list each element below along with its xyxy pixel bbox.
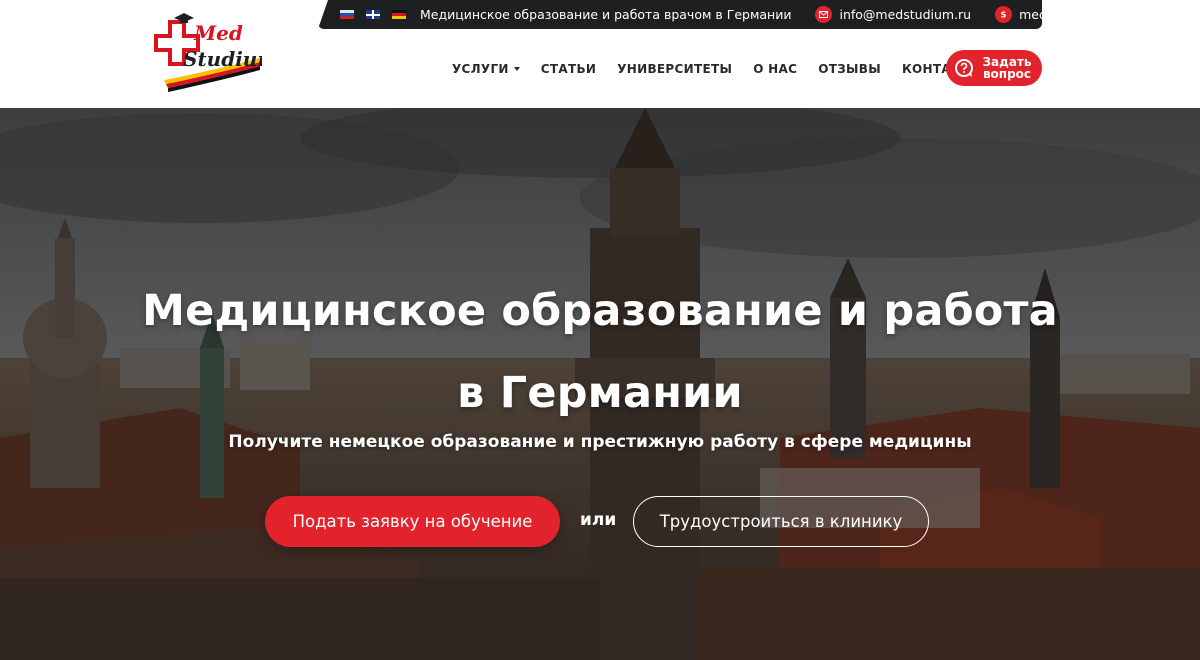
site-tagline: Медицинское образование и работа врачом … bbox=[420, 7, 792, 22]
nav-item-services[interactable]: УСЛУГИ bbox=[452, 62, 520, 76]
hero-title: Медицинское образование и работа в Герма… bbox=[100, 270, 1100, 434]
apply-for-study-button[interactable]: Подать заявку на обучение bbox=[265, 496, 560, 547]
flag-en-icon[interactable] bbox=[366, 10, 380, 19]
logo-text-studium: Studium bbox=[183, 47, 262, 71]
flag-de-icon[interactable] bbox=[392, 10, 406, 19]
nav-item-reviews[interactable]: ОТЗЫВЫ bbox=[818, 62, 881, 76]
divider bbox=[979, 5, 987, 24]
email-link[interactable]: info@medstudium.ru bbox=[839, 7, 971, 22]
nav-item-about[interactable]: О НАС bbox=[753, 62, 797, 76]
ask-question-label: Задать вопрос bbox=[982, 55, 1032, 81]
top-info-bar: Медицинское образование и работа врачом … bbox=[318, 0, 1042, 29]
svg-text:S: S bbox=[1001, 11, 1007, 19]
hero-title-line-2: в Германии bbox=[457, 368, 743, 418]
flag-ru-icon[interactable] bbox=[340, 10, 354, 19]
skype-link[interactable]: medstudium bbox=[1019, 7, 1042, 22]
chevron-down-icon bbox=[513, 67, 520, 71]
ask-question-button[interactable]: Задать вопрос bbox=[946, 50, 1042, 86]
chat-question-icon bbox=[955, 59, 973, 77]
hero-title-line-1: Медицинское образование и работа bbox=[142, 286, 1058, 336]
nav-item-label: УСЛУГИ bbox=[452, 62, 509, 76]
main-nav: УСЛУГИ СТАТЬИ УНИВЕРСИТЕТЫ О НАС ОТЗЫВЫ … bbox=[452, 58, 1003, 80]
site-header: Med Studium Медицинское образование и ра… bbox=[0, 0, 1200, 108]
nav-item-universities[interactable]: УНИВЕРСИТЕТЫ bbox=[617, 62, 732, 76]
hero-subtitle: Получите немецкое образование и престижн… bbox=[228, 432, 972, 452]
medstudium-logo[interactable]: Med Studium bbox=[150, 8, 262, 94]
get-clinic-job-button[interactable]: Трудоустроиться в клинику bbox=[633, 496, 929, 547]
skype-icon: S bbox=[995, 6, 1013, 23]
or-separator: или bbox=[580, 510, 617, 530]
hero-section: Медицинское образование и работа в Герма… bbox=[0, 108, 1200, 660]
logo-text-med: Med bbox=[193, 21, 243, 45]
nav-item-articles[interactable]: СТАТЬИ bbox=[541, 62, 596, 76]
divider bbox=[800, 5, 807, 24]
mail-icon bbox=[815, 6, 833, 23]
